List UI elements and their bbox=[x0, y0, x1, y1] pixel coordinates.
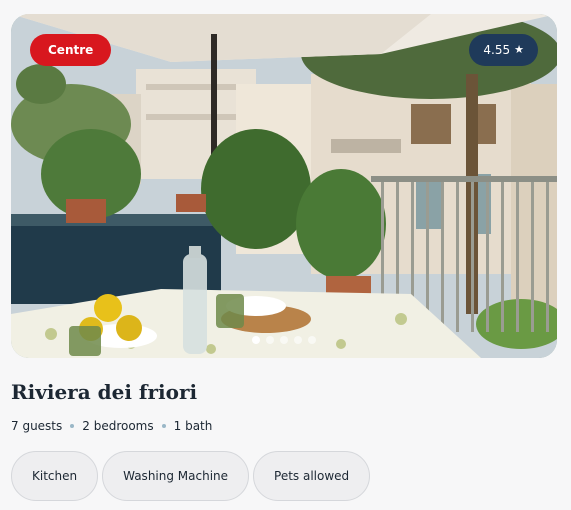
bedrooms-count: 2 bedrooms bbox=[82, 419, 154, 433]
amenity-chip-washing-machine[interactable]: Washing Machine bbox=[102, 451, 250, 501]
baths-count: 1 bath bbox=[173, 419, 213, 433]
listing-details: 7 guests 2 bedrooms 1 bath bbox=[11, 419, 212, 433]
location-badge-label: Centre bbox=[48, 43, 94, 57]
separator-dot bbox=[70, 424, 75, 428]
separator-dot bbox=[161, 424, 166, 428]
carousel-dot-5[interactable] bbox=[308, 336, 316, 344]
star-icon: ★ bbox=[514, 43, 524, 56]
carousel-dot-4[interactable] bbox=[294, 336, 302, 344]
rating-value: 4.55 bbox=[483, 43, 511, 57]
carousel-dot-2[interactable] bbox=[266, 336, 274, 344]
location-badge: Centre bbox=[30, 34, 112, 66]
amenity-chip-pets-allowed[interactable]: Pets allowed bbox=[253, 451, 371, 501]
rating-badge: 4.55 ★ bbox=[469, 34, 538, 66]
guests-count: 7 guests bbox=[11, 419, 63, 433]
amenity-chips: Kitchen Washing Machine Pets allowed bbox=[11, 451, 371, 501]
carousel-dot-3[interactable] bbox=[280, 336, 288, 344]
carousel-dot-1[interactable] bbox=[252, 336, 260, 344]
amenity-chip-kitchen[interactable]: Kitchen bbox=[11, 451, 99, 501]
carousel-dots bbox=[252, 336, 316, 344]
listing-card[interactable]: Centre 4.55 ★ Riviera dei friori 7 guest… bbox=[0, 0, 571, 510]
listing-photo[interactable]: Centre 4.55 ★ bbox=[11, 14, 557, 358]
listing-title[interactable]: Riviera dei friori bbox=[11, 380, 197, 404]
